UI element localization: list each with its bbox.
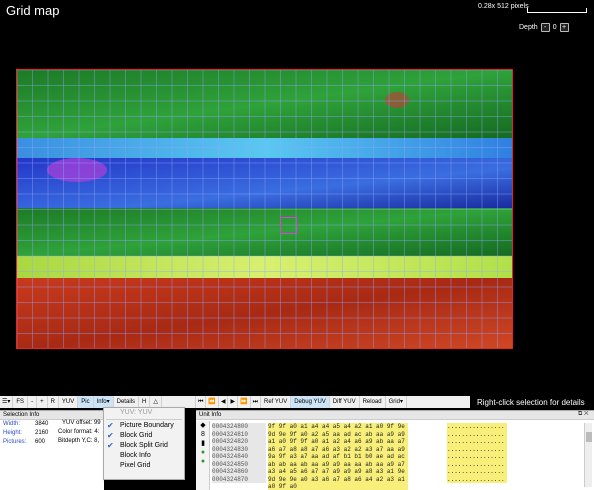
yuv-button[interactable]: YUV — [59, 396, 79, 408]
height-label: Height: — [3, 430, 23, 436]
hex-address: 0004324830 — [212, 445, 266, 453]
hex-scrollbar[interactable] — [584, 423, 592, 487]
depth-label: Depth — [519, 24, 538, 31]
depth-increase-button[interactable]: + — [559, 23, 569, 32]
hex-ascii[interactable]: ................ — [447, 423, 507, 431]
yuv-right-value: 152 — [184, 421, 195, 427]
zoom-in-button[interactable]: + — [37, 396, 48, 408]
debug-yuv-button[interactable]: Debug YUV — [291, 396, 330, 408]
hex-ascii[interactable]: ................ — [447, 475, 507, 483]
chevron-down-icon: ▾ — [106, 399, 110, 405]
toolbar: ☰▾ FS - + R YUV Pic Info▾ Details H △ ⏮ … — [0, 396, 470, 408]
width-label: Width: — [3, 421, 21, 427]
unit-info-panel: Unit Info ◆ 8 ▮ ● ● 0004324800 9f 9f a0 a… — [196, 410, 594, 490]
view-title: Grid map — [6, 3, 60, 18]
grid-button[interactable]: Grid▾ — [386, 396, 407, 408]
grid-menu-item-label: Block Split Grid — [120, 442, 168, 449]
grid-menu-item[interactable]: ✔ Block Split Grid — [104, 441, 184, 451]
height-value: 2160 — [35, 430, 49, 436]
checkmark-icon: ✔ — [107, 441, 114, 450]
grid-menu-item[interactable]: Pixel Grid — [104, 461, 184, 471]
grid-menu-item-label: Block Grid — [120, 432, 153, 439]
depth-value: 0 — [552, 24, 557, 31]
menu-icon[interactable]: ☰▾ — [0, 396, 14, 408]
hex-address: 0004324820 — [212, 438, 266, 446]
add-icon[interactable]: ● — [198, 449, 208, 457]
width-value: 3840 — [35, 421, 49, 427]
hex-address: 0004324860 — [212, 468, 266, 476]
split-icon[interactable]: ▮ — [198, 440, 208, 448]
hex-ascii[interactable]: ................ — [447, 460, 507, 468]
red-blob — [385, 92, 409, 108]
checkmark-icon: ✔ — [107, 421, 114, 430]
hex-bytes[interactable]: 9d 9e 9e a0 a3 a6 a7 a8 a6 a4 a2 a3 a1 a… — [268, 475, 408, 490]
reset-button[interactable]: R — [48, 396, 59, 408]
hex-ascii[interactable]: ................ — [447, 468, 507, 476]
reload-button[interactable]: Reload — [360, 396, 386, 408]
depth-control: Depth - 0 + — [519, 23, 569, 32]
play-icon[interactable]: ▶ — [228, 396, 239, 408]
menu-separator — [106, 419, 182, 420]
grid-menu-item: YUV: YUV — [104, 408, 184, 418]
grid-label: Grid — [388, 399, 400, 405]
scale-bar — [527, 8, 587, 13]
hex-ascii[interactable]: ................ — [447, 430, 507, 438]
grid-dropdown-menu: YUV: YUV ✔ Picture Boundary ✔ Block Grid ✔ Blo… — [103, 407, 185, 480]
selection-hint: Right-click selection for details — [477, 398, 585, 407]
hex-address: 0004324840 — [212, 453, 266, 461]
diff-yuv-button[interactable]: Diff YUV — [330, 396, 360, 408]
grid-menu-item-label: Picture Boundary — [120, 422, 174, 429]
fullscreen-button[interactable]: FS — [13, 396, 29, 408]
grid-menu-item[interactable]: Block Info — [104, 451, 184, 461]
refresh-icon[interactable]: ● — [198, 458, 208, 466]
yuv-offset: YUV offset: 99 — [62, 420, 101, 426]
hex-address: 0004324870 — [212, 475, 266, 483]
scrollbar-thumb[interactable] — [586, 432, 592, 442]
grid-menu-item-label: Pixel Grid — [120, 462, 151, 469]
bitdepth: Bitdepth Y,C: 8, — [58, 438, 100, 444]
hex-address: 0004324800 — [212, 423, 266, 431]
hex-address: 0004324810 — [212, 430, 266, 438]
unit-side-toolbar: ◆ 8 ▮ ● ● — [196, 421, 210, 490]
window-buttons[interactable]: ⧉ ✕ — [578, 411, 589, 418]
hex-ascii[interactable]: ................ — [447, 438, 507, 446]
pic-button[interactable]: Pic — [78, 396, 94, 408]
ref-yuv-button[interactable]: Ref YUV — [261, 396, 292, 408]
grid-menu-item-label: YUV: YUV — [120, 409, 153, 416]
depth-decrease-button[interactable]: - — [540, 23, 550, 32]
paint-icon[interactable]: ◆ — [198, 422, 208, 430]
frame-canvas[interactable] — [17, 70, 513, 349]
info-label: Info — [96, 399, 107, 405]
grid-menu-item[interactable]: ✔ Block Grid — [104, 431, 184, 441]
grid-menu-item[interactable]: ✔ Picture Boundary — [104, 421, 184, 431]
chevron-down-icon: ▾ — [399, 399, 403, 405]
unit-info-header: Unit Info — [196, 411, 594, 420]
app-window: Grid map 0.28x 512 pixels Depth - 0 + Ri… — [0, 0, 594, 490]
selected-block[interactable] — [280, 217, 297, 234]
rewind-icon[interactable]: ⏪ — [206, 396, 219, 408]
pictures-value: 600 — [35, 439, 46, 445]
zoom-label: 0.28x 512 pixels — [478, 3, 529, 10]
last-frame-icon[interactable]: ⏭ — [251, 396, 261, 408]
grid-map-viewer[interactable]: Grid map 0.28x 512 pixels Depth - 0 + — [0, 0, 594, 398]
picture-boundary[interactable] — [16, 69, 513, 349]
checkmark-icon: ✔ — [107, 431, 114, 440]
pictures-label: Pictures: — [3, 439, 27, 445]
hex-ascii[interactable]: ................ — [447, 445, 507, 453]
hex-ascii[interactable]: ................ — [447, 453, 507, 461]
grid-menu-item-label: Block Info — [120, 452, 151, 459]
byte-mode-icon[interactable]: 8 — [198, 431, 208, 439]
hex-address: 0004324850 — [212, 460, 266, 468]
zoom-out-button[interactable]: - — [28, 396, 38, 408]
color-format: Color format: 4: — [58, 429, 100, 435]
prev-frame-icon[interactable]: ◀ — [219, 396, 229, 408]
first-frame-icon[interactable]: ⏮ — [196, 396, 207, 408]
fast-forward-icon[interactable]: ⏩ — [238, 396, 251, 408]
